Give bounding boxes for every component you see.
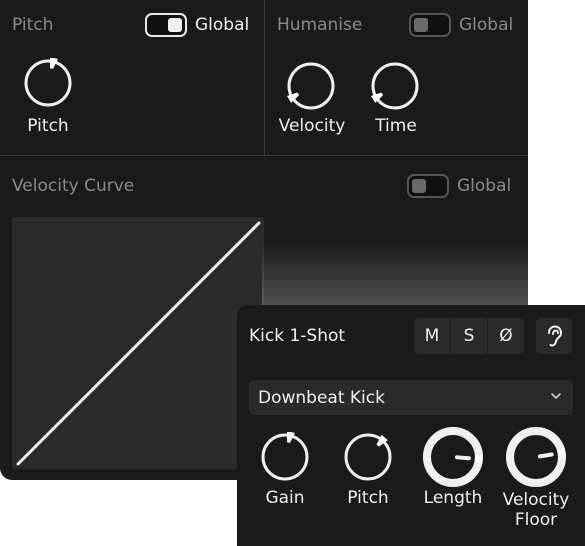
time-knob-label: Time bbox=[375, 116, 417, 136]
pitch-global-label: Global bbox=[195, 15, 250, 35]
section-divider bbox=[0, 155, 528, 156]
knob-ring bbox=[423, 427, 483, 487]
channel-buttons: M S Ø bbox=[414, 318, 524, 354]
solo-button[interactable]: S bbox=[451, 318, 488, 354]
humanise-section-title: Humanise bbox=[277, 15, 363, 35]
velocity-curve-global-label: Global bbox=[457, 176, 512, 196]
velocity-curve-title: Velocity Curve bbox=[12, 176, 135, 196]
length-knob-label: Length bbox=[423, 488, 483, 508]
knob-ring bbox=[371, 62, 419, 110]
listen-button[interactable] bbox=[536, 318, 572, 354]
velocity-floor-knob-label: Velocity Floor bbox=[502, 490, 570, 530]
instrument-pitch-knob[interactable] bbox=[343, 432, 393, 482]
velocity-knob-label: Velocity bbox=[278, 116, 346, 136]
pitch-global-toggle[interactable] bbox=[145, 13, 187, 37]
instrument-card: Kick 1-Shot M S Ø Downbeat Kick Gain Pit… bbox=[237, 305, 585, 546]
humanise-global-toggle[interactable] bbox=[409, 13, 451, 37]
time-knob[interactable] bbox=[370, 61, 420, 111]
mute-button[interactable]: M bbox=[414, 318, 451, 354]
knob-ring bbox=[261, 433, 309, 481]
length-knob[interactable] bbox=[422, 426, 484, 488]
gain-knob[interactable] bbox=[260, 432, 310, 482]
toggle-thumb bbox=[414, 18, 428, 32]
preset-dropdown[interactable]: Downbeat Kick bbox=[249, 380, 573, 415]
toggle-thumb bbox=[412, 179, 426, 193]
pitch-section-title: Pitch bbox=[12, 15, 54, 35]
humanise-global-label: Global bbox=[459, 15, 514, 35]
velocity-curve-global-toggle[interactable] bbox=[407, 174, 449, 198]
ear-icon bbox=[548, 325, 563, 347]
chevron-down-icon bbox=[551, 393, 561, 399]
velocity-curve-line bbox=[16, 221, 261, 466]
velocity-knob[interactable] bbox=[286, 61, 336, 111]
pitch-knob-label: Pitch bbox=[27, 116, 69, 136]
instrument-name: Kick 1-Shot bbox=[249, 326, 346, 346]
toggle-thumb bbox=[168, 18, 182, 32]
instrument-pitch-knob-label: Pitch bbox=[347, 488, 389, 508]
phase-invert-button[interactable]: Ø bbox=[488, 318, 524, 354]
knob-ring bbox=[287, 62, 335, 110]
velocity-curve-editor[interactable] bbox=[12, 217, 264, 469]
knob-pointer bbox=[537, 452, 554, 459]
section-divider bbox=[264, 0, 265, 155]
gain-knob-label: Gain bbox=[265, 488, 305, 508]
preset-name: Downbeat Kick bbox=[258, 387, 385, 408]
velocity-floor-knob[interactable] bbox=[505, 426, 567, 488]
knob-ring bbox=[506, 427, 566, 487]
pitch-knob[interactable] bbox=[23, 58, 73, 108]
knob-pointer bbox=[454, 455, 471, 461]
knob-ring bbox=[24, 59, 72, 107]
